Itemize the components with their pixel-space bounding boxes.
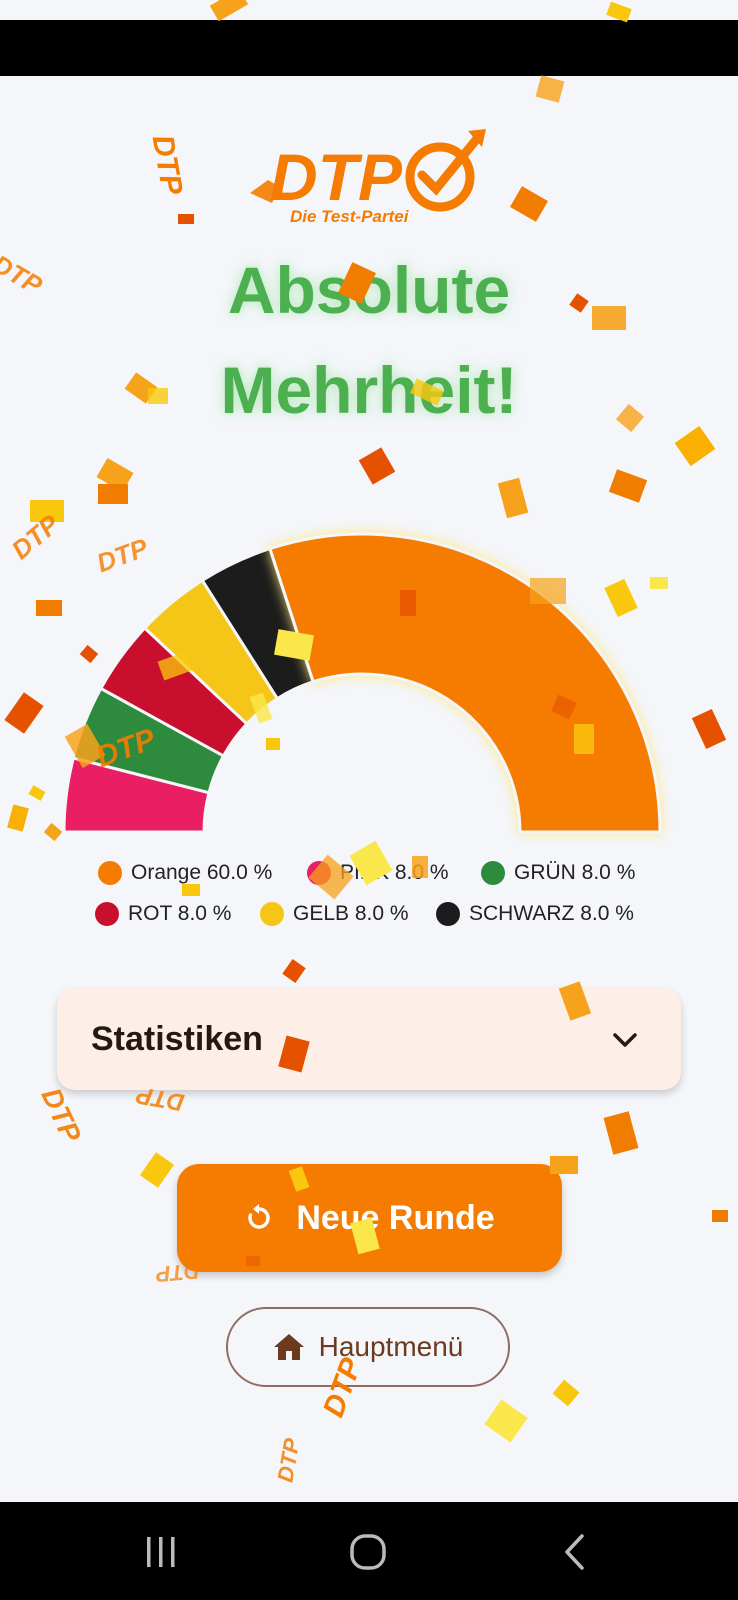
- legend-row-1: Orange 60.0 % PINK 8.0 % GRÜN 8.0 %: [0, 858, 738, 888]
- statistics-title: Statistiken: [91, 1019, 263, 1058]
- home-icon: [273, 1334, 304, 1360]
- legend-label-gelb: GELB 8.0 %: [293, 902, 409, 925]
- chart-slice-orange: [268, 532, 662, 834]
- back-nav-button[interactable]: [535, 1520, 615, 1584]
- chevron-down-icon: [613, 1033, 637, 1047]
- svg-text:DTP: DTP: [35, 1083, 87, 1147]
- home-nav-button[interactable]: [328, 1520, 408, 1584]
- status-bar: [0, 0, 738, 20]
- logo-subtitle: Die Test-Partei: [290, 207, 410, 226]
- legend-item-schwarz: SCHWARZ 8.0 %: [436, 899, 634, 929]
- legend-label-schwarz: SCHWARZ 8.0 %: [469, 902, 634, 925]
- dtp-logo: DTP Die Test-Partei: [250, 129, 486, 226]
- legend-item-orange: Orange 60.0 %: [98, 858, 272, 888]
- statistics-expander[interactable]: Statistiken: [57, 988, 681, 1090]
- legend-item-pink: PINK 8.0 %: [307, 858, 449, 888]
- new-round-label: Neue Runde: [296, 1198, 495, 1237]
- home-circle-icon: [350, 1534, 386, 1570]
- legend-item-gruen: GRÜN 8.0 %: [481, 858, 635, 888]
- legend-label-gruen: GRÜN 8.0 %: [514, 861, 636, 884]
- legend-label-orange: Orange 60.0 %: [131, 861, 273, 884]
- svg-text:DTP: DTP: [272, 1436, 304, 1484]
- back-icon: [565, 1534, 584, 1570]
- recent-apps-button[interactable]: [121, 1520, 201, 1584]
- logo-wordmark: DTP: [270, 140, 403, 214]
- legend-dot-pink: [307, 861, 331, 885]
- legend-item-rot: ROT 8.0 %: [95, 899, 231, 929]
- restart-icon: [248, 1204, 270, 1229]
- recent-apps-icon: [147, 1537, 175, 1567]
- legend-dot-gelb: [260, 902, 284, 926]
- legend-dot-gruen: [481, 861, 505, 885]
- legend-item-gelb: GELB 8.0 %: [260, 899, 409, 929]
- new-round-button[interactable]: Neue Runde: [177, 1164, 562, 1272]
- app-top-bar: [0, 20, 738, 76]
- svg-text:DTP: DTP: [146, 132, 189, 198]
- headline-line2: Mehrheit!: [220, 353, 518, 427]
- seat-distribution-chart: [62, 532, 662, 834]
- main-menu-label: Hauptmenü: [318, 1331, 464, 1362]
- legend-dot-schwarz: [436, 902, 460, 926]
- legend-label-rot: ROT 8.0 %: [128, 902, 232, 925]
- main-menu-button[interactable]: Hauptmenü: [226, 1307, 510, 1387]
- legend-dot-rot: [95, 902, 119, 926]
- legend-dot-orange: [98, 861, 122, 885]
- legend-label-pink: PINK 8.0 %: [340, 861, 449, 884]
- headline-line1: Absolute: [227, 253, 511, 327]
- legend-row-2: ROT 8.0 % GELB 8.0 % SCHWARZ 8.0 %: [0, 899, 738, 929]
